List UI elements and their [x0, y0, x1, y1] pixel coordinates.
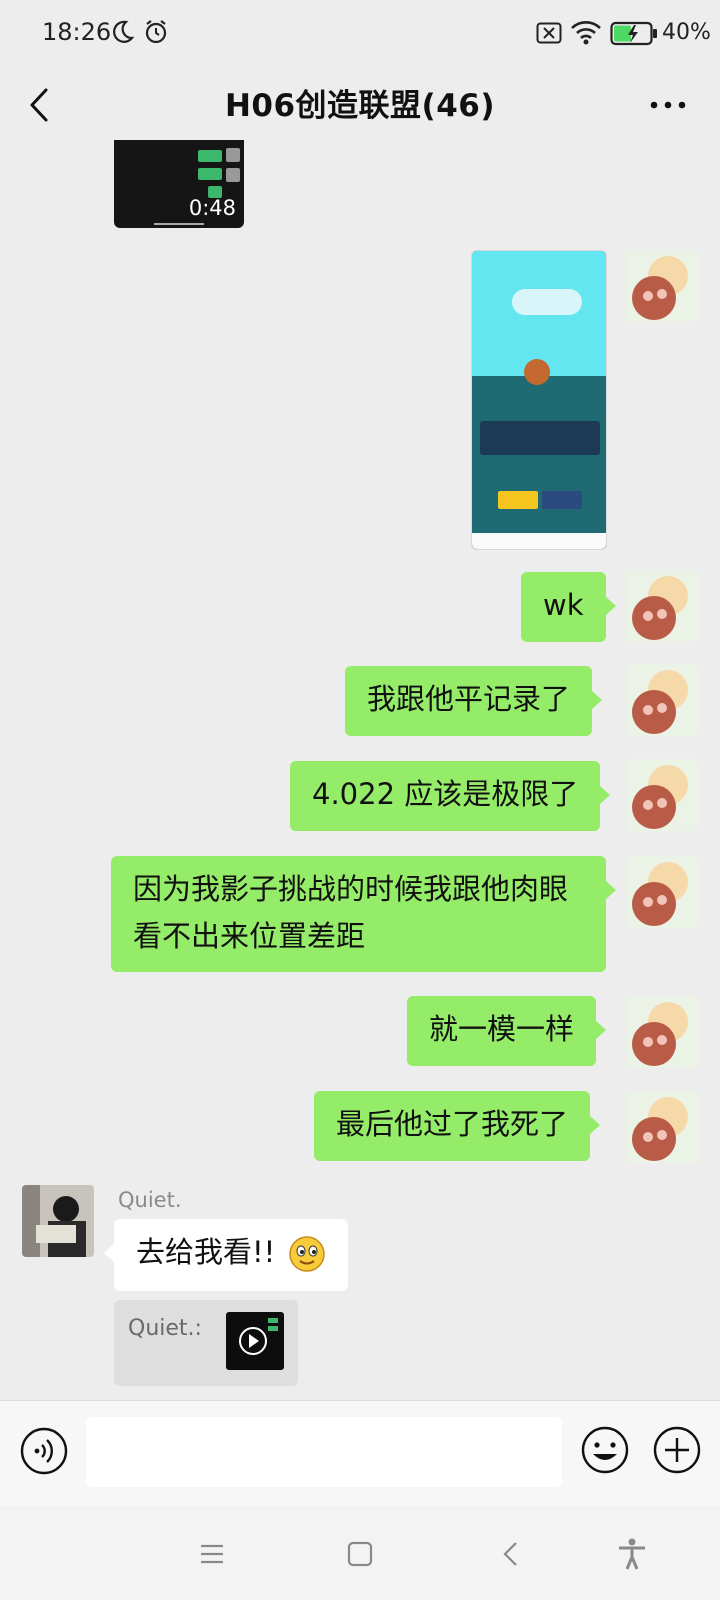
my-message[interactable]: 4.022 应该是极限了 — [290, 761, 611, 831]
status-bar: 18:26 40% — [0, 0, 720, 70]
video-message[interactable]: 0:48 — [114, 140, 244, 228]
emoji-icon[interactable] — [580, 1425, 630, 1475]
other-avatar[interactable] — [22, 1185, 94, 1257]
my-message[interactable]: 我跟他平记录了 — [345, 666, 603, 736]
accessibility-icon[interactable] — [614, 1536, 650, 1572]
video-duration: 0:48 — [188, 196, 236, 220]
quoted-message[interactable]: Quiet.: — [114, 1300, 298, 1386]
my-avatar[interactable] — [626, 570, 698, 642]
battery-percent: 40% — [662, 20, 711, 45]
my-avatar[interactable] — [626, 759, 698, 831]
moon-icon — [113, 20, 135, 43]
home-icon[interactable] — [342, 1536, 378, 1572]
my-avatar[interactable] — [626, 664, 698, 736]
chat-header: H06创造联盟(46) — [0, 70, 720, 140]
nav-back-icon[interactable] — [494, 1536, 530, 1572]
my-message[interactable]: 就一模一样 — [407, 996, 607, 1066]
my-message[interactable]: 因为我影子挑战的时候我跟他肉眼看不出来位置差距 — [111, 856, 616, 972]
my-avatar[interactable] — [626, 856, 698, 928]
chat-title: H06创造联盟(46) — [224, 88, 496, 124]
quote-video-thumbnail[interactable] — [226, 1312, 284, 1370]
more-icon[interactable] — [646, 94, 690, 116]
other-message-text: 去给我看!! — [136, 1235, 276, 1269]
message-input[interactable] — [86, 1417, 562, 1487]
input-bar — [0, 1400, 720, 1506]
sender-name: Quiet. — [118, 1188, 182, 1212]
status-time: 18:26 — [42, 18, 112, 46]
chat-messages[interactable]: 0:48 wk 我跟他平记录了 4.022 应该是极限了 因为我影子挑战的时候我… — [0, 140, 720, 1400]
my-avatar[interactable] — [626, 250, 698, 322]
play-icon — [239, 1318, 278, 1355]
smile-emoji-icon — [289, 1236, 326, 1272]
plus-icon[interactable] — [652, 1425, 702, 1475]
wifi-icon — [571, 21, 601, 45]
alarm-icon — [145, 20, 167, 44]
system-nav-bar — [0, 1506, 720, 1600]
voice-icon[interactable] — [20, 1427, 68, 1475]
other-message[interactable]: 去给我看!! — [103, 1219, 349, 1291]
quote-label: Quiet.: — [128, 1316, 202, 1341]
my-avatar[interactable] — [626, 996, 698, 1068]
menu-icon[interactable] — [194, 1536, 230, 1572]
no-sim-icon — [536, 22, 562, 44]
my-avatar[interactable] — [626, 1091, 698, 1163]
battery-charging-icon — [610, 21, 657, 46]
my-message[interactable]: 最后他过了我死了 — [314, 1091, 601, 1161]
image-message[interactable] — [471, 250, 607, 550]
my-message[interactable]: wk — [521, 572, 615, 642]
